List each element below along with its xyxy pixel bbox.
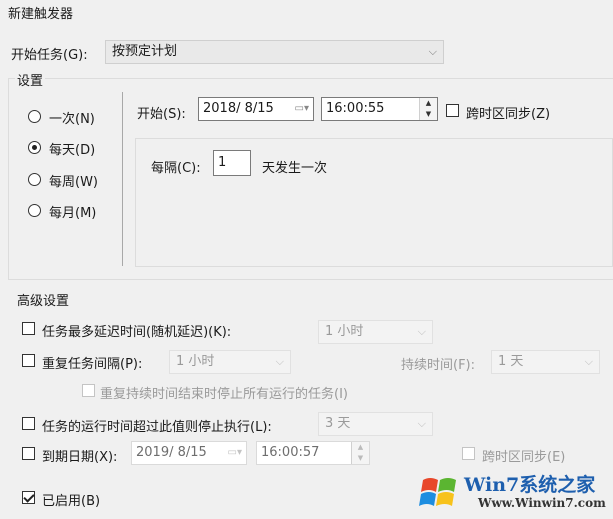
begin-task-label: 开始任务(G): [11, 48, 88, 63]
recur-interval-value: 1 [218, 155, 227, 170]
advanced-legend: 高级设置 [15, 290, 72, 309]
chevron-down-icon: ⌵ [584, 355, 593, 368]
delay-label: 任务最多延迟时间(随机延迟)(K): [42, 325, 232, 340]
enabled-box[interactable] [22, 491, 35, 504]
dialog-title: 新建触发器 [8, 7, 74, 22]
stop-if-label: 任务的运行时间超过此值则停止执行(L): [42, 420, 272, 435]
watermark-text: Win7系统之家 [464, 474, 596, 496]
repeat-interval-value: 1 小时 [176, 354, 215, 369]
watermark: Win7系统之家 Www.Winwin7.com [418, 462, 610, 516]
radio-once-circle[interactable] [28, 110, 41, 123]
start-time-input[interactable]: 16:00:55 ▲ ▼ [321, 97, 438, 121]
recur-label: 每隔(C): [151, 161, 201, 176]
chevron-down-icon: ⌵ [428, 45, 437, 58]
radio-daily-label: 每天(D) [49, 143, 96, 158]
recur-suffix: 天发生一次 [262, 161, 328, 176]
time-spinner-icon[interactable]: ▲ ▼ [419, 98, 437, 120]
delay-box[interactable] [22, 322, 35, 335]
delay-value: 1 小时 [325, 324, 364, 339]
repeat-box[interactable] [22, 354, 35, 367]
calendar-dropdown-icon[interactable]: ▭▾ [228, 442, 242, 464]
windows-logo-icon [419, 478, 456, 506]
expire-label: 到期日期(X): [42, 450, 118, 465]
expire-time-value: 16:00:57 [261, 445, 320, 460]
chevron-down-icon: ⌵ [417, 417, 426, 430]
radio-monthly-circle[interactable] [28, 204, 41, 217]
recurrence-panel [135, 138, 613, 267]
begin-task-select[interactable]: 按预定计划 ⌵ [105, 40, 444, 64]
chevron-down-icon: ⌵ [275, 355, 284, 368]
start-time-value: 16:00:55 [326, 101, 385, 116]
radio-once-label: 一次(N) [49, 112, 95, 127]
expire-time-input[interactable]: 16:00:57 ▲ ▼ [256, 441, 370, 465]
recur-interval-input[interactable]: 1 [213, 150, 251, 176]
radio-daily-circle[interactable] [28, 141, 41, 154]
stop-if-value: 3 天 [325, 416, 351, 431]
start-date-picker[interactable]: 2018/ 8/15 ▭▾ [198, 97, 314, 121]
enabled-label: 已启用(B) [42, 494, 101, 509]
expire-sync-box[interactable] [462, 447, 475, 460]
radio-weekly-circle[interactable] [28, 173, 41, 186]
sync-timezone-box[interactable] [446, 104, 459, 117]
stop-if-box[interactable] [22, 417, 35, 430]
sync-timezone-label: 跨时区同步(Z) [466, 107, 551, 122]
calendar-dropdown-icon[interactable]: ▭▾ [295, 98, 309, 120]
delay-select[interactable]: 1 小时 ⌵ [318, 320, 433, 344]
expire-date-picker[interactable]: 2019/ 8/15 ▭▾ [131, 441, 247, 465]
radio-monthly-label: 每月(M) [49, 206, 97, 221]
start-date-value: 2018/ 8/15 [203, 101, 274, 116]
stop-repeat-box[interactable] [82, 384, 95, 397]
duration-value: 1 天 [498, 354, 524, 369]
stop-if-select[interactable]: 3 天 ⌵ [318, 412, 433, 436]
start-label: 开始(S): [137, 107, 186, 122]
duration-select[interactable]: 1 天 ⌵ [491, 350, 600, 374]
duration-label: 持续时间(F): [401, 358, 476, 373]
settings-legend: 设置 [15, 70, 46, 89]
repeat-interval-select[interactable]: 1 小时 ⌵ [169, 350, 291, 374]
repeat-label: 重复任务间隔(P): [42, 357, 143, 372]
time-spinner-icon[interactable]: ▲ ▼ [351, 442, 369, 464]
radio-weekly-label: 每周(W) [49, 175, 98, 190]
settings-separator [122, 92, 123, 266]
chevron-down-icon: ⌵ [417, 325, 426, 338]
begin-task-value: 按预定计划 [112, 44, 178, 59]
expire-box[interactable] [22, 447, 35, 460]
watermark-url: Www.Winwin7.com [478, 496, 606, 510]
stop-repeat-label: 重复持续时间结束时停止所有运行的任务(I) [100, 387, 348, 402]
expire-date-value: 2019/ 8/15 [136, 445, 207, 460]
